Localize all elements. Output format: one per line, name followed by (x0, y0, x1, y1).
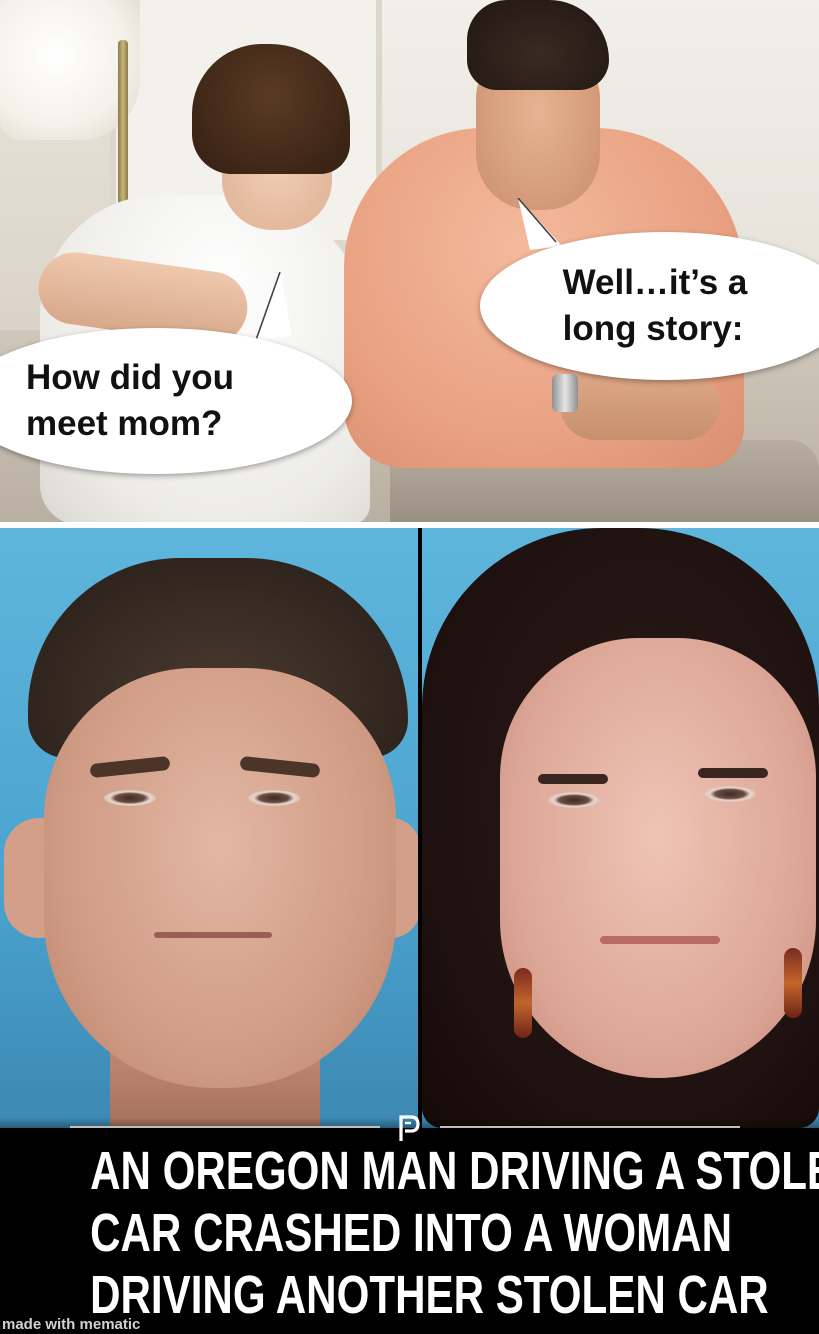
app-watermark: made with mematic (2, 1316, 141, 1333)
speech-bubble-boy-text: How did you meet mom? (26, 357, 235, 443)
top-meme-panel: How did you meet mom? Well…it’s a long s… (0, 0, 819, 522)
wristwatch (552, 374, 578, 412)
woman-mugshot-earring-left (514, 968, 532, 1038)
woman-mugshot-face (500, 638, 816, 1078)
headline-rule-right (440, 1126, 740, 1128)
woman-mugshot-earring-right (784, 948, 802, 1018)
headline-line-3: DRIVING ANOTHER STOLEN CAR (90, 1265, 769, 1325)
man-hair (467, 0, 609, 90)
man-mugshot-eye-left (104, 790, 156, 806)
man-mugshot-eye-right (248, 790, 300, 806)
woman-mugshot-mouth (600, 936, 720, 944)
speech-bubble-man-text: Well…it’s a long story: (562, 262, 748, 348)
bottom-news-panel: AN OREGON MAN DRIVING A STOLEN CAR CRASH… (0, 528, 819, 1334)
woman-mugshot-eye-left (548, 792, 600, 808)
man-hand (560, 370, 720, 440)
headline-line-1: AN OREGON MAN DRIVING A STOLEN (90, 1141, 819, 1201)
man-mugshot-mouth (154, 932, 272, 938)
mugshot-woman (422, 528, 819, 1128)
woman-mugshot-eye-right (704, 786, 756, 802)
man-mugshot-face (44, 668, 396, 1088)
woman-mugshot-brow-right (698, 768, 768, 778)
headline-rule-left (70, 1126, 380, 1128)
news-headline: AN OREGON MAN DRIVING A STOLEN CAR CRASH… (90, 1140, 819, 1326)
headline-line-2: CAR CRASHED INTO A WOMAN (90, 1203, 733, 1263)
woman-mugshot-brow-left (538, 774, 608, 784)
mugshot-man (0, 528, 418, 1128)
